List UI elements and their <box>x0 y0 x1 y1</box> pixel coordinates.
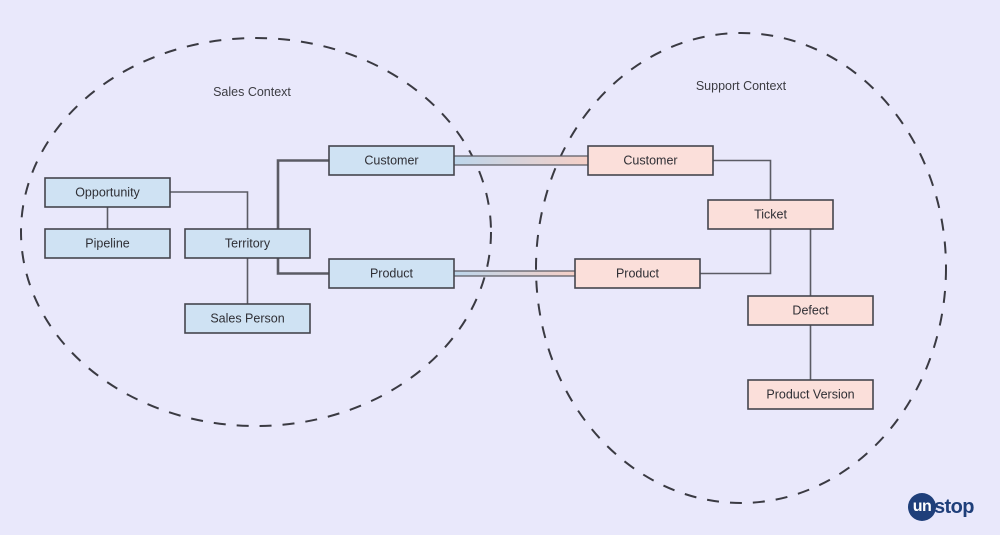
node-sales-person-label: Sales Person <box>210 311 284 325</box>
node-sales-person[interactable]: Sales Person <box>184 303 311 334</box>
link-territory-sales-customer <box>276 159 334 229</box>
node-sales-product-label: Product <box>370 266 414 280</box>
node-territory-label: Territory <box>225 236 271 250</box>
node-opportunity[interactable]: Opportunity <box>44 177 171 208</box>
customer-bridge-band <box>452 156 590 165</box>
unstop-logo-wordmark: stop <box>934 496 974 518</box>
context-boundaries <box>20 32 947 504</box>
link-opportunity-territory <box>170 191 249 229</box>
unstop-logo-mark: un <box>908 493 936 521</box>
link-territory-sales-product <box>276 258 334 275</box>
node-product-version-label: Product Version <box>766 387 854 401</box>
support-context-label: Support Context <box>696 79 787 93</box>
node-sales-product[interactable]: Product <box>328 258 455 289</box>
context-bridges <box>452 155 590 277</box>
product-context-bridge <box>452 270 577 277</box>
sales-context-label: Sales Context <box>213 85 291 99</box>
node-territory[interactable]: Territory <box>184 228 311 259</box>
product-bridge-band <box>452 271 577 276</box>
unstop-logo: un stop <box>908 492 988 522</box>
node-support-product[interactable]: Product <box>574 258 701 289</box>
node-ticket[interactable]: Ticket <box>707 199 834 230</box>
node-sales-customer[interactable]: Customer <box>328 145 455 176</box>
node-opportunity-label: Opportunity <box>75 185 140 199</box>
customer-context-bridge <box>452 155 590 166</box>
diagram-canvas: Sales Context Support Context Opportunit… <box>0 0 1000 535</box>
node-ticket-label: Ticket <box>754 207 787 221</box>
link-support-customer-ticket <box>708 159 772 205</box>
node-defect-label: Defect <box>792 303 829 317</box>
node-product-version[interactable]: Product Version <box>747 379 874 410</box>
node-pipeline[interactable]: Pipeline <box>44 228 171 259</box>
node-sales-customer-label: Customer <box>364 153 418 167</box>
bounded-context-diagram: Sales Context Support Context Opportunit… <box>20 32 947 504</box>
node-defect[interactable]: Defect <box>747 295 874 326</box>
node-support-customer[interactable]: Customer <box>587 145 714 176</box>
node-pipeline-label: Pipeline <box>85 236 130 250</box>
node-support-product-label: Product <box>616 266 660 280</box>
node-support-customer-label: Customer <box>623 153 677 167</box>
link-support-product-ticket <box>695 226 772 275</box>
